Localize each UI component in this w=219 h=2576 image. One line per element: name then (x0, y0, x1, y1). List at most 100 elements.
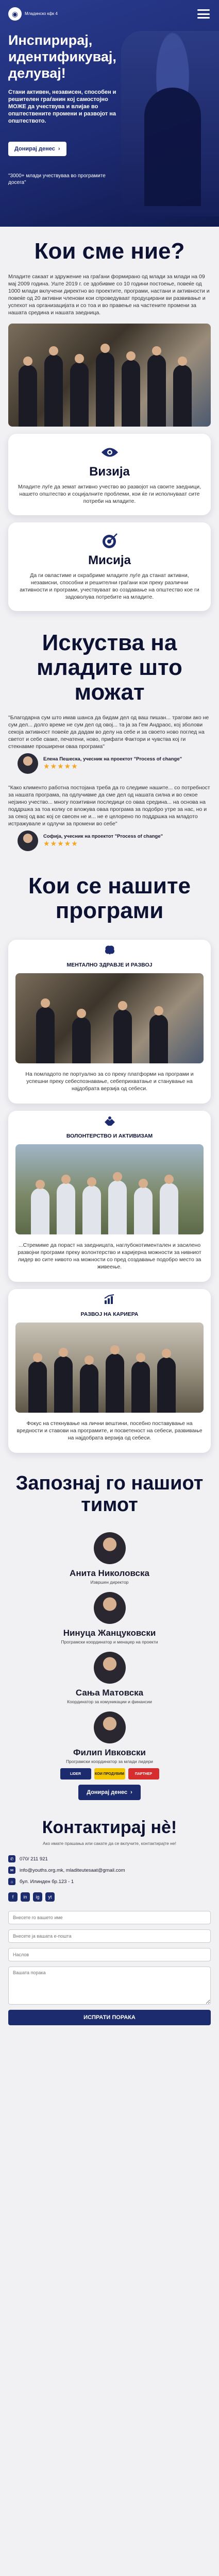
hero-title: Инспирирај, идентификувај, делувај! (8, 32, 116, 81)
program-title: ВОЛОНТЕРСТВО И АКТИВИЗАМ (66, 1133, 153, 1139)
testimonials-section: Искуства на младите што можат "Благодарн… (0, 618, 219, 851)
arrow-right-icon: › (58, 146, 60, 152)
contact-email[interactable]: ✉ info@youths.org.mk, mladiteutesaat@gmai… (8, 1867, 211, 1874)
name-input[interactable] (8, 1911, 211, 1924)
vision-card: Визија Младите луѓе да земат активно уче… (8, 434, 211, 515)
linkedin-icon[interactable]: in (21, 1892, 30, 1902)
subject-input[interactable] (8, 1948, 211, 1961)
testimonial-name: Софија, учесник на проектот "Process of … (43, 834, 163, 839)
hero-lead: Стани активен, независен, способен и реш… (8, 89, 116, 124)
contact-section: Контактирај нè! Ако имате прашања или са… (0, 1804, 219, 2038)
testimonial-quote: "Благодарна сум што имав шанса да бидам … (8, 715, 209, 750)
program-text: На помладото пе портуално за со преку пл… (25, 1071, 194, 1092)
donate-button-label: Донирај денес (14, 146, 55, 152)
mission-text: Да ги овластиме и охрабриме младите луѓе… (20, 572, 199, 600)
location-icon: ⌂ (8, 1878, 15, 1885)
vision-title: Визија (89, 465, 130, 479)
testimonial-author: Софија, учесник на проектот "Process of … (18, 831, 211, 851)
program-text: Фокус на стекнување на лични вештини, по… (16, 1420, 203, 1441)
program-photo (15, 1144, 204, 1234)
menu-icon[interactable] (197, 9, 210, 19)
testimonial-quote: "Како клименто работна постојана треба д… (8, 785, 210, 827)
partner-logo: ПАРТНЕР (128, 1768, 159, 1780)
team-member: Анита Николовска Извршен директор (8, 1532, 211, 1585)
program-title: РАЗВОЈ НА КАРИЕРА (80, 1311, 139, 1317)
team-member: Сања Матовска Координатор за комуникации… (8, 1652, 211, 1704)
donate-button-label: Донирај денес (87, 1789, 128, 1795)
contact-phone[interactable]: ✆ 070/ 211 921 (8, 1855, 211, 1862)
program-card[interactable]: МЕНТАЛНО ЗДРАВЈЕ И РАЗВОЈ На помладото п… (8, 940, 211, 1104)
member-role: Програмски координатор за млади лидери (66, 1759, 153, 1764)
contact-subtitle: Ако имате прашања или сакате да се вклуч… (43, 1841, 176, 1846)
member-role: Координатор за комуникации и финансии (67, 1699, 152, 1704)
arrow-right-icon: › (130, 1789, 132, 1795)
email-text: info@youths.org.mk, mladiteutesaat@gmail… (20, 1867, 125, 1873)
logo-mark-icon: ◉ (8, 7, 22, 21)
program-card[interactable]: РАЗВОЈ НА КАРИЕРА Фокус на стекнување на… (8, 1289, 211, 1453)
team-member: Нинуца Жанцуковски Програмски координато… (8, 1592, 211, 1645)
testimonial-name: Елена Пешеска, учесник на проектот "Proc… (43, 756, 182, 762)
hero-stat: "3000+ млади учествуваа во програмите до… (8, 173, 106, 185)
logo-text: Младинско кфк 4 (25, 11, 58, 16)
avatar (93, 1592, 126, 1624)
avatar (93, 1652, 126, 1684)
vision-text: Младите луѓе да земат активно учество во… (18, 484, 201, 504)
site-logo[interactable]: ◉ Младинско кфк 4 (8, 7, 58, 21)
program-photo (15, 1323, 204, 1413)
contact-address: ⌂ бул. Илинден бр.123 - 1 (8, 1878, 211, 1885)
program-title: МЕНТАЛНО ЗДРАВЈЕ И РАЗВОЈ (66, 962, 153, 968)
program-photo (15, 973, 204, 1063)
testimonial-author: Елена Пешеска, учесник на проектот "Proc… (18, 753, 211, 774)
address-text: бул. Илинден бр.123 - 1 (20, 1878, 74, 1885)
contact-title: Контактирај нè! (42, 1818, 177, 1837)
send-message-button[interactable]: ИСПРАТИ ПОРАКА (8, 2010, 211, 2025)
donate-button[interactable]: Донирај денес › (78, 1785, 141, 1800)
hero-section: ◉ Младинско кфк 4 Инспирирај, идентифику… (0, 0, 219, 227)
team-title: Запознај го нашиот тимот (15, 1472, 204, 1516)
mail-icon: ✉ (8, 1867, 15, 1874)
program-text: ...Стремиме да пораст на заедницата, наг… (18, 1242, 201, 1270)
partner-logo: КОИ ПРОДУВИМ (94, 1768, 125, 1780)
avatar (18, 753, 38, 774)
phone-icon: ✆ (8, 1855, 15, 1862)
partner-logos: LIDER КОИ ПРОДУВИМ ПАРТНЕР (8, 1768, 211, 1780)
chart-growth-icon (15, 1294, 204, 1307)
donate-button[interactable]: Донирај денес › (8, 142, 66, 156)
member-name: Нинуца Жанцуковски (63, 1628, 156, 1638)
programs-section: Кои се нашите програми МЕНТАЛНО ЗДРАВЈЕ … (0, 861, 219, 1453)
about-section: Кои сме ние? Младите сакаат и здружение … (0, 227, 219, 611)
mission-card: Мисија Да ги овластиме и охрабриме млади… (8, 522, 211, 611)
about-text: Младите сакаат и здружение на граѓани фо… (8, 274, 210, 316)
avatar (93, 1711, 126, 1743)
about-title: Кои сме ние? (34, 239, 185, 264)
member-role: Програмски координатор и менаџер на прое… (61, 1639, 158, 1645)
member-role: Извршен директор (90, 1580, 129, 1585)
hands-icon (15, 1116, 204, 1129)
eye-icon (100, 443, 119, 462)
instagram-icon[interactable]: ig (33, 1892, 42, 1902)
team-member: Филип Ивковски Програмски координатор за… (8, 1711, 211, 1764)
rating-stars: ★★★★★ (43, 839, 78, 848)
avatar (18, 831, 38, 851)
target-icon (100, 532, 119, 550)
program-card[interactable]: ВОЛОНТЕРСТВО И АКТИВИЗАМ ...Стремиме да … (8, 1111, 211, 1282)
testimonials-title: Искуства на младите што можат (37, 630, 182, 705)
youtube-icon[interactable]: yt (45, 1892, 55, 1902)
email-input[interactable] (8, 1929, 211, 1943)
mission-title: Мисија (88, 553, 131, 567)
contact-form: ИСПРАТИ ПОРАКА (8, 1911, 211, 2038)
phone-text: 070/ 211 921 (20, 1856, 48, 1862)
partner-logo: LIDER (60, 1768, 91, 1780)
member-name: Анита Николовска (70, 1568, 149, 1578)
rating-stars: ★★★★★ (43, 762, 78, 770)
facebook-icon[interactable]: f (8, 1892, 18, 1902)
member-name: Филип Ивковски (73, 1748, 146, 1757)
avatar (93, 1532, 126, 1564)
team-group-photo (8, 324, 211, 427)
brain-icon (15, 945, 204, 958)
programs-title: Кои се нашите програми (28, 873, 191, 923)
member-name: Сања Матовска (75, 1688, 144, 1698)
team-section: Запознај го нашиот тимот Анита Николовск… (0, 1460, 219, 1800)
social-links: f in ig yt (8, 1892, 211, 1902)
message-input[interactable] (8, 1967, 211, 2005)
